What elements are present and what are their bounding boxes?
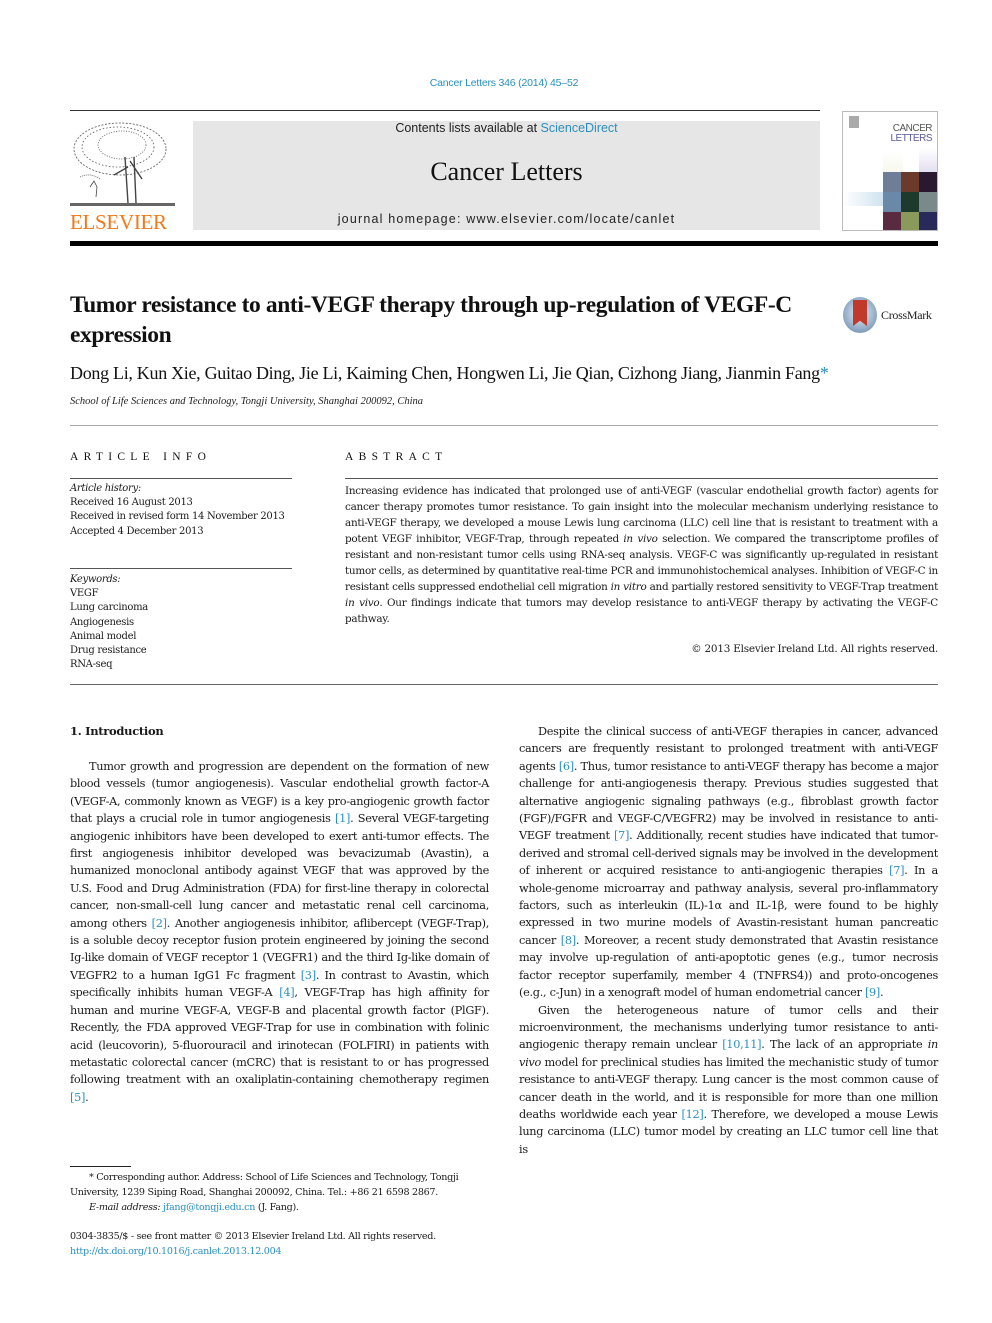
- crossmark-label: CrossMark: [881, 308, 932, 322]
- author-list: Dong Li, Kun Xie, Guitao Ding, Jie Li, K…: [70, 363, 950, 384]
- cover-tile: [919, 212, 937, 230]
- reference-link[interactable]: [4]: [279, 986, 294, 999]
- authors-names: Dong Li, Kun Xie, Guitao Ding, Jie Li, K…: [70, 363, 820, 383]
- body-column-left: Tumor growth and progression are depende…: [70, 758, 489, 1106]
- doi-link[interactable]: http://dx.doi.org/10.1016/j.canlet.2013.…: [70, 1246, 281, 1257]
- cover-tile: [901, 212, 919, 230]
- cover-tile: [883, 192, 901, 212]
- keyword: Lung carcinoma: [70, 602, 148, 614]
- journal-banner: Contents lists available at ScienceDirec…: [193, 121, 820, 230]
- reference-link[interactable]: [1]: [335, 812, 350, 825]
- history-label: Article history:: [70, 483, 141, 494]
- cover-tile: [901, 192, 919, 212]
- text-run: . Several VEGF-targeting angiogenic inhi…: [70, 812, 489, 930]
- abstract-italic: in vitro: [610, 581, 647, 593]
- journal-title: Cancer Letters: [430, 157, 583, 186]
- journal-citation-link[interactable]: Cancer Letters 346 (2014) 45–52: [0, 77, 992, 89]
- abstract-rule: [345, 478, 938, 479]
- reference-link[interactable]: [6]: [559, 760, 574, 773]
- abstract-copyright: © 2013 Elsevier Ireland Ltd. All rights …: [691, 643, 938, 655]
- affiliation: School of Life Sciences and Technology, …: [70, 396, 424, 407]
- header-thick-rule: [70, 241, 938, 246]
- cover-title-line2: LETTERS: [890, 133, 932, 144]
- keyword: Angiogenesis: [70, 616, 134, 628]
- keyword: VEGF: [70, 588, 99, 600]
- reference-link[interactable]: [10,11]: [722, 1038, 761, 1051]
- article-history: Article history: Received 16 August 2013…: [70, 482, 310, 539]
- reference-link[interactable]: [9]: [865, 986, 880, 999]
- abstract-heading: ABSTRACT: [345, 451, 448, 463]
- issn-line: 0304-3835/$ - see front matter © 2013 El…: [70, 1231, 436, 1242]
- text-run: .: [85, 1090, 89, 1104]
- cover-tile: [919, 172, 937, 192]
- text-run: .: [880, 986, 884, 1000]
- intro-paragraph-2: Despite the clinical success of anti-VEG…: [519, 723, 938, 1002]
- article-info-rule: [70, 478, 292, 479]
- contents-prefix: Contents lists available at: [395, 121, 541, 135]
- email-link[interactable]: jfang@tongji.edu.cn: [163, 1202, 255, 1213]
- cover-tile: [883, 212, 901, 230]
- body-column-right: Despite the clinical success of anti-VEG…: [519, 723, 938, 1158]
- keywords-list: Keywords: VEGF Lung carcinoma Angiogenes…: [70, 573, 310, 672]
- sciencedirect-link[interactable]: ScienceDirect: [541, 121, 618, 135]
- text-run: , VEGF-Trap has high affinity for human …: [70, 986, 489, 1087]
- keyword: Animal model: [70, 630, 137, 642]
- email-label: E-mail address:: [89, 1202, 161, 1213]
- article-info-heading: ARTICLE INFO: [70, 451, 212, 463]
- section-heading-introduction: 1. Introduction: [70, 724, 164, 738]
- reference-link[interactable]: [2]: [152, 917, 167, 930]
- corresponding-author-text: * Corresponding author. Address: School …: [70, 1172, 459, 1198]
- intro-paragraph-3: Given the heterogeneous nature of tumor …: [519, 1002, 938, 1159]
- article-title: Tumor resistance to anti-VEGF therapy th…: [70, 292, 792, 348]
- journal-homepage-link[interactable]: journal homepage: www.elsevier.com/locat…: [193, 212, 820, 226]
- elsevier-wordmark[interactable]: ELSEVIER: [70, 210, 175, 235]
- email-line: E-mail address: jfang@tongji.edu.cn (J. …: [70, 1200, 489, 1215]
- corresponding-author-footnote: * Corresponding author. Address: School …: [70, 1170, 489, 1215]
- text-run: . The lack of an appropriate: [761, 1038, 928, 1052]
- reference-link[interactable]: [12]: [681, 1108, 703, 1121]
- intro-paragraph-1: Tumor growth and progression are depende…: [70, 758, 489, 1106]
- reference-link[interactable]: [7]: [889, 864, 904, 877]
- title-divider: [70, 425, 938, 426]
- contents-available-line: Contents lists available at ScienceDirec…: [193, 121, 820, 135]
- cover-tile: [901, 172, 919, 192]
- cover-publisher-icon: [849, 116, 859, 128]
- abstract-italic: in vivo: [345, 597, 380, 609]
- cover-tile: [843, 192, 883, 206]
- email-suffix: (J. Fang).: [255, 1202, 299, 1213]
- abstract-italic: in vivo: [623, 533, 658, 545]
- header-rule: [70, 110, 820, 111]
- reference-link[interactable]: [8]: [561, 934, 576, 947]
- history-revised: Received in revised form 14 November 201…: [70, 511, 285, 523]
- keywords-label: Keywords:: [70, 574, 121, 585]
- history-received: Received 16 August 2013: [70, 497, 193, 509]
- abstract-text: Increasing evidence has indicated that p…: [345, 483, 938, 627]
- keyword: Drug resistance: [70, 645, 147, 657]
- keyword: RNA-seq: [70, 659, 113, 671]
- history-accepted: Accepted 4 December 2013: [70, 525, 204, 537]
- reference-link[interactable]: [3]: [301, 969, 316, 982]
- abstract-seg: . Our findings indicate that tumors may …: [345, 597, 938, 625]
- corresponding-author-marker[interactable]: *: [820, 363, 829, 383]
- issn-block: 0304-3835/$ - see front matter © 2013 El…: [70, 1230, 510, 1259]
- reference-link[interactable]: [7]: [614, 829, 629, 842]
- journal-cover-thumbnail[interactable]: CANCER LETTERS: [842, 111, 938, 231]
- reference-link[interactable]: [5]: [70, 1091, 85, 1104]
- abstract-bottom-rule: [70, 684, 938, 685]
- crossmark-button[interactable]: CrossMark: [843, 297, 943, 333]
- cover-tile: [883, 172, 901, 192]
- keywords-rule: [70, 568, 292, 569]
- abstract-seg: and partially restored sensitivity to VE…: [646, 581, 939, 593]
- cover-title: CANCER LETTERS: [890, 124, 932, 144]
- cover-tile: [919, 192, 937, 212]
- footnote-rule: [70, 1166, 131, 1167]
